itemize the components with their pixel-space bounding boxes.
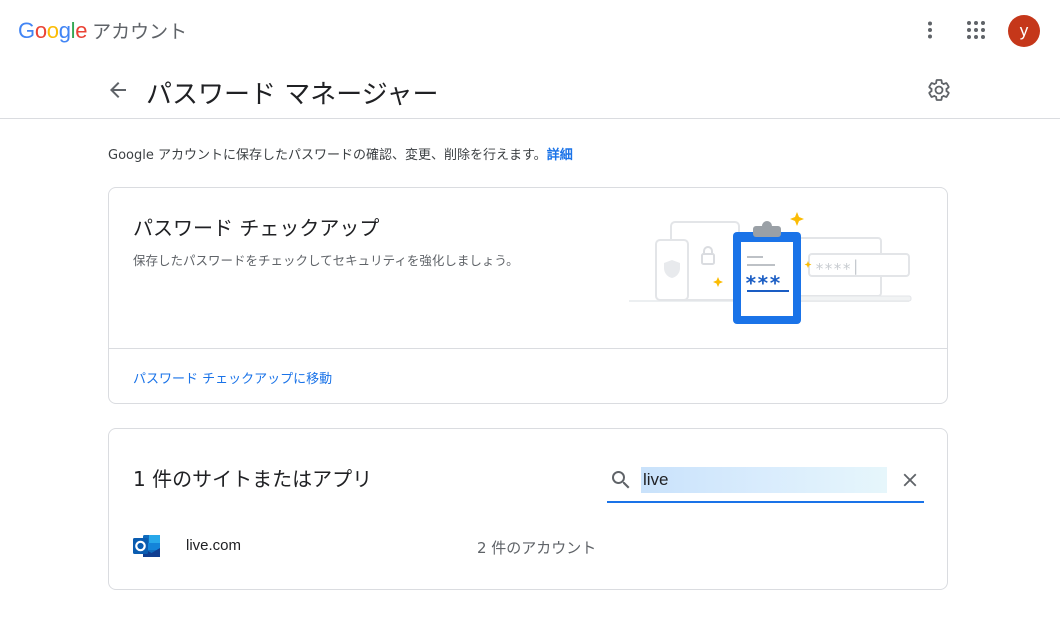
list-item[interactable]: live.com 2 件のアカウント [109,521,947,571]
clipboard-masked-text: ∗∗∗ [745,267,781,291]
apps-grid-icon [967,21,985,39]
product-name: アカウント [92,21,188,43]
checkup-illustration: ∗∗∗∗| ∗∗∗ [629,212,912,324]
outlook-icon [133,535,160,557]
saved-sites-card: 1 件のサイトまたはアプリ live.com 2 件のアカウント [108,428,948,590]
masked-password-field: ∗∗∗∗| [815,257,860,275]
arrow-back-icon [110,82,126,98]
google-apps-button[interactable] [962,16,990,44]
more-vert-icon [928,21,932,39]
close-icon [903,473,917,487]
checkup-title: パスワード チェックアップ [133,216,380,240]
site-name: live.com [186,537,242,554]
password-checkup-card: パスワード チェックアップ 保存したパスワードをチェックしてセキュリティを強化し… [108,187,948,404]
more-options-button[interactable] [916,16,944,44]
google-account-logo[interactable]: Google アカウント [18,17,187,44]
search-icon [612,471,630,489]
account-count: 2 件のアカウント [477,539,597,557]
back-button[interactable] [104,76,132,104]
sites-count-title: 1 件のサイトまたはアプリ [133,467,373,491]
search-input[interactable] [641,467,887,493]
settings-button[interactable] [924,75,954,105]
password-search [607,459,924,503]
top-bar: Google アカウント y [0,0,1060,64]
account-avatar[interactable]: y [1008,15,1040,47]
checkup-subtitle: 保存したパスワードをチェックしてセキュリティを強化しましょう。 [133,253,519,268]
gear-icon [928,79,950,101]
google-logo: Google [18,18,88,43]
learn-more-link[interactable]: 詳細 [547,148,573,163]
go-to-checkup-link[interactable]: パスワード チェックアップに移動 [133,368,332,387]
page-description: Google アカウントに保存したパスワードの確認、変更、削除を行えます。詳細 [108,144,573,163]
card-divider [109,348,947,349]
page-title: パスワード マネージャー [146,80,439,110]
description-text: Google アカウントに保存したパスワードの確認、変更、削除を行えます。 [108,148,547,163]
page-header: パスワード マネージャー [0,64,1060,119]
clear-search-button[interactable] [898,468,922,492]
sparkle-icon [790,212,804,226]
